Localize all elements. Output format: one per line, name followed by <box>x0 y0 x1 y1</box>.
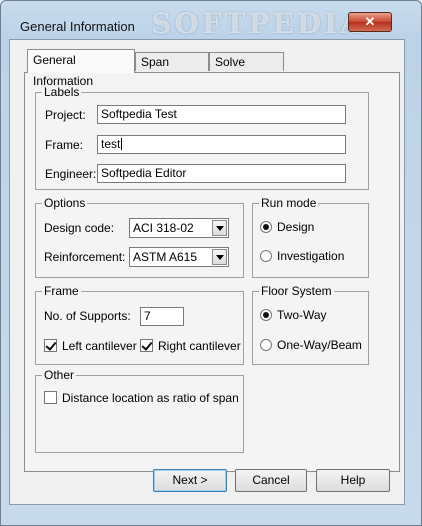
tab-page-general-information: Labels Project: Softpedia Test Frame: te… <box>24 72 400 472</box>
other-group: Other Distance location as ratio of span <box>35 368 244 453</box>
help-button[interactable]: Help <box>316 469 390 492</box>
text-caret <box>121 138 123 150</box>
floor-one-way-label: One-Way/Beam <box>277 338 362 352</box>
reinforcement-dropdown[interactable]: ASTM A615 <box>129 247 229 267</box>
left-cantilever-label: Left cantilever <box>62 339 137 353</box>
design-code-value: ACI 318-02 <box>133 221 194 235</box>
run-mode-group-title: Run mode <box>259 196 319 210</box>
floor-two-way-radio[interactable] <box>260 309 272 321</box>
run-mode-group: Run mode Design Investigation <box>252 196 369 278</box>
floor-two-way-label: Two-Way <box>277 308 327 322</box>
supports-input[interactable]: 7 <box>140 307 184 326</box>
right-cantilever-checkbox[interactable] <box>140 339 153 352</box>
floor-system-group-title: Floor System <box>259 284 334 298</box>
other-group-title: Other <box>42 368 77 382</box>
run-mode-investigation-label: Investigation <box>277 249 345 263</box>
frame-group-title: Frame <box>42 284 81 298</box>
cancel-button[interactable]: Cancel <box>235 469 307 492</box>
floor-one-way-radio[interactable] <box>260 339 272 351</box>
dialog-window: General Information SOFTPEDIA ✕ General … <box>0 0 422 526</box>
left-cantilever-checkbox[interactable] <box>44 339 57 352</box>
tab-span-control[interactable]: Span Control <box>135 52 209 88</box>
run-mode-investigation-radio[interactable] <box>260 250 272 262</box>
options-group-title: Options <box>42 196 88 210</box>
frame-input[interactable]: test <box>97 135 346 154</box>
design-code-label: Design code: <box>44 221 115 235</box>
reinforcement-value: ASTM A615 <box>133 250 198 264</box>
project-label: Project: <box>45 108 86 122</box>
frame-input-text: test <box>101 137 121 151</box>
title-bar[interactable]: General Information SOFTPEDIA ✕ <box>1 1 421 40</box>
distance-ratio-label: Distance location as ratio of span <box>62 391 239 405</box>
close-button[interactable]: ✕ <box>348 12 392 32</box>
run-mode-design-radio[interactable] <box>260 221 272 233</box>
softpedia-watermark: SOFTPEDIA <box>151 7 365 40</box>
design-code-dropdown[interactable]: ACI 318-02 <box>129 218 229 238</box>
chevron-down-icon[interactable] <box>212 220 227 236</box>
dialog-client-area: General Information Span Control Solve O… <box>9 39 405 505</box>
project-input[interactable]: Softpedia Test <box>97 105 346 124</box>
next-button[interactable]: Next > <box>153 469 227 492</box>
frame-label: Frame: <box>45 138 84 152</box>
labels-group: Labels Project: Softpedia Test Frame: te… <box>35 85 369 190</box>
floor-system-group: Floor System Two-Way One-Way/Beam <box>252 284 369 365</box>
engineer-label: Engineer: <box>45 167 97 181</box>
tab-general-information[interactable]: General Information <box>27 49 135 88</box>
run-mode-design-label: Design <box>277 220 315 234</box>
tab-solve-options[interactable]: Solve Options <box>209 52 284 88</box>
engineer-input[interactable]: Softpedia Editor <box>97 164 346 183</box>
right-cantilever-label: Right cantilever <box>158 339 241 353</box>
close-icon: ✕ <box>364 14 376 29</box>
distance-ratio-checkbox[interactable] <box>44 391 57 404</box>
supports-label: No. of Supports: <box>44 309 131 323</box>
window-title: General Information <box>20 19 135 34</box>
frame-group: Frame No. of Supports: 7 Left cantilever… <box>35 284 244 365</box>
reinforcement-label: Reinforcement: <box>44 250 126 264</box>
options-group: Options Design code: ACI 318-02 Reinforc… <box>35 196 244 278</box>
chevron-down-icon[interactable] <box>212 249 227 265</box>
